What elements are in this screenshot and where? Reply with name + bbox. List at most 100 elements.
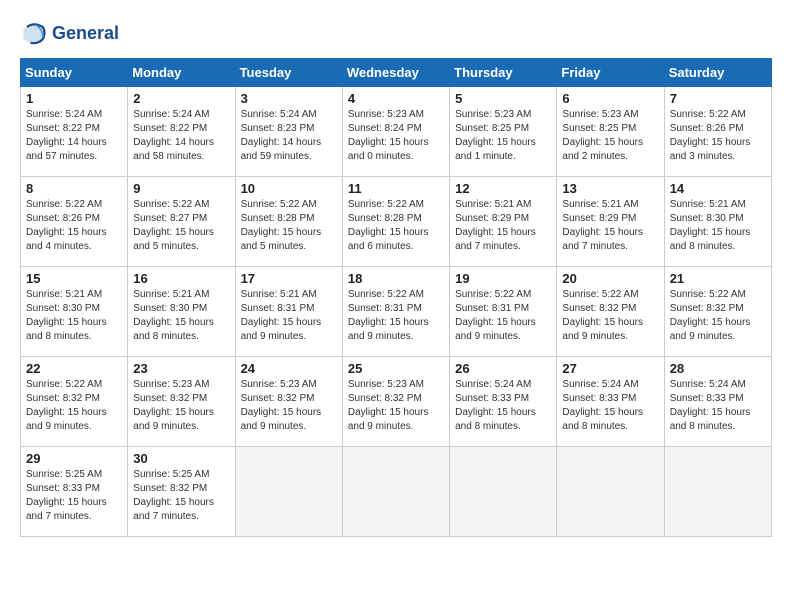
day-number: 7 [670, 91, 766, 106]
day-info: Sunrise: 5:22 AMSunset: 8:32 PMDaylight:… [562, 289, 643, 342]
week-row-4: 29 Sunrise: 5:25 AMSunset: 8:33 PMDaylig… [21, 447, 772, 537]
day-number: 5 [455, 91, 551, 106]
day-info: Sunrise: 5:24 AMSunset: 8:33 PMDaylight:… [562, 379, 643, 432]
calendar-body: 1 Sunrise: 5:24 AMSunset: 8:22 PMDayligh… [21, 87, 772, 537]
calendar-cell [664, 447, 771, 537]
calendar-cell: 27 Sunrise: 5:24 AMSunset: 8:33 PMDaylig… [557, 357, 664, 447]
calendar-cell: 13 Sunrise: 5:21 AMSunset: 8:29 PMDaylig… [557, 177, 664, 267]
calendar-cell: 12 Sunrise: 5:21 AMSunset: 8:29 PMDaylig… [450, 177, 557, 267]
day-info: Sunrise: 5:22 AMSunset: 8:26 PMDaylight:… [26, 199, 107, 252]
day-number: 25 [348, 361, 444, 376]
day-info: Sunrise: 5:21 AMSunset: 8:31 PMDaylight:… [241, 289, 322, 342]
day-info: Sunrise: 5:23 AMSunset: 8:24 PMDaylight:… [348, 109, 429, 162]
day-number: 26 [455, 361, 551, 376]
day-info: Sunrise: 5:21 AMSunset: 8:30 PMDaylight:… [26, 289, 107, 342]
day-number: 11 [348, 181, 444, 196]
calendar-cell: 21 Sunrise: 5:22 AMSunset: 8:32 PMDaylig… [664, 267, 771, 357]
calendar-cell: 24 Sunrise: 5:23 AMSunset: 8:32 PMDaylig… [235, 357, 342, 447]
calendar-cell: 7 Sunrise: 5:22 AMSunset: 8:26 PMDayligh… [664, 87, 771, 177]
day-number: 28 [670, 361, 766, 376]
day-info: Sunrise: 5:22 AMSunset: 8:28 PMDaylight:… [348, 199, 429, 252]
day-number: 24 [241, 361, 337, 376]
calendar-cell: 8 Sunrise: 5:22 AMSunset: 8:26 PMDayligh… [21, 177, 128, 267]
day-number: 27 [562, 361, 658, 376]
calendar-cell: 4 Sunrise: 5:23 AMSunset: 8:24 PMDayligh… [342, 87, 449, 177]
calendar-cell: 15 Sunrise: 5:21 AMSunset: 8:30 PMDaylig… [21, 267, 128, 357]
day-info: Sunrise: 5:23 AMSunset: 8:25 PMDaylight:… [455, 109, 536, 162]
week-row-1: 8 Sunrise: 5:22 AMSunset: 8:26 PMDayligh… [21, 177, 772, 267]
week-row-2: 15 Sunrise: 5:21 AMSunset: 8:30 PMDaylig… [21, 267, 772, 357]
day-number: 14 [670, 181, 766, 196]
day-number: 19 [455, 271, 551, 286]
day-number: 12 [455, 181, 551, 196]
calendar-cell [557, 447, 664, 537]
day-info: Sunrise: 5:22 AMSunset: 8:28 PMDaylight:… [241, 199, 322, 252]
header-cell-saturday: Saturday [664, 59, 771, 87]
calendar-cell: 10 Sunrise: 5:22 AMSunset: 8:28 PMDaylig… [235, 177, 342, 267]
calendar-cell: 23 Sunrise: 5:23 AMSunset: 8:32 PMDaylig… [128, 357, 235, 447]
header-cell-monday: Monday [128, 59, 235, 87]
day-info: Sunrise: 5:22 AMSunset: 8:27 PMDaylight:… [133, 199, 214, 252]
calendar-cell [235, 447, 342, 537]
day-info: Sunrise: 5:22 AMSunset: 8:31 PMDaylight:… [348, 289, 429, 342]
day-info: Sunrise: 5:21 AMSunset: 8:30 PMDaylight:… [670, 199, 751, 252]
week-row-3: 22 Sunrise: 5:22 AMSunset: 8:32 PMDaylig… [21, 357, 772, 447]
calendar-table: SundayMondayTuesdayWednesdayThursdayFrid… [20, 58, 772, 537]
day-info: Sunrise: 5:22 AMSunset: 8:31 PMDaylight:… [455, 289, 536, 342]
day-info: Sunrise: 5:24 AMSunset: 8:23 PMDaylight:… [241, 109, 322, 162]
day-number: 8 [26, 181, 122, 196]
calendar-header: SundayMondayTuesdayWednesdayThursdayFrid… [21, 59, 772, 87]
calendar-cell: 5 Sunrise: 5:23 AMSunset: 8:25 PMDayligh… [450, 87, 557, 177]
day-number: 20 [562, 271, 658, 286]
day-number: 22 [26, 361, 122, 376]
calendar-cell: 14 Sunrise: 5:21 AMSunset: 8:30 PMDaylig… [664, 177, 771, 267]
day-info: Sunrise: 5:24 AMSunset: 8:33 PMDaylight:… [455, 379, 536, 432]
day-number: 30 [133, 451, 229, 466]
calendar-cell: 2 Sunrise: 5:24 AMSunset: 8:22 PMDayligh… [128, 87, 235, 177]
day-number: 10 [241, 181, 337, 196]
header-cell-wednesday: Wednesday [342, 59, 449, 87]
calendar-cell: 9 Sunrise: 5:22 AMSunset: 8:27 PMDayligh… [128, 177, 235, 267]
day-number: 4 [348, 91, 444, 106]
day-number: 9 [133, 181, 229, 196]
day-info: Sunrise: 5:23 AMSunset: 8:25 PMDaylight:… [562, 109, 643, 162]
day-number: 2 [133, 91, 229, 106]
day-number: 21 [670, 271, 766, 286]
day-number: 29 [26, 451, 122, 466]
day-number: 15 [26, 271, 122, 286]
header-cell-friday: Friday [557, 59, 664, 87]
calendar-cell: 3 Sunrise: 5:24 AMSunset: 8:23 PMDayligh… [235, 87, 342, 177]
day-number: 1 [26, 91, 122, 106]
calendar-cell: 1 Sunrise: 5:24 AMSunset: 8:22 PMDayligh… [21, 87, 128, 177]
day-info: Sunrise: 5:22 AMSunset: 8:32 PMDaylight:… [26, 379, 107, 432]
calendar-cell: 16 Sunrise: 5:21 AMSunset: 8:30 PMDaylig… [128, 267, 235, 357]
calendar-cell: 26 Sunrise: 5:24 AMSunset: 8:33 PMDaylig… [450, 357, 557, 447]
day-info: Sunrise: 5:24 AMSunset: 8:22 PMDaylight:… [26, 109, 107, 162]
day-number: 17 [241, 271, 337, 286]
day-number: 6 [562, 91, 658, 106]
calendar-cell: 19 Sunrise: 5:22 AMSunset: 8:31 PMDaylig… [450, 267, 557, 357]
day-info: Sunrise: 5:21 AMSunset: 8:29 PMDaylight:… [455, 199, 536, 252]
day-info: Sunrise: 5:23 AMSunset: 8:32 PMDaylight:… [241, 379, 322, 432]
day-info: Sunrise: 5:25 AMSunset: 8:32 PMDaylight:… [133, 469, 214, 522]
calendar-cell: 18 Sunrise: 5:22 AMSunset: 8:31 PMDaylig… [342, 267, 449, 357]
day-info: Sunrise: 5:24 AMSunset: 8:22 PMDaylight:… [133, 109, 214, 162]
calendar-cell [342, 447, 449, 537]
calendar-cell: 25 Sunrise: 5:23 AMSunset: 8:32 PMDaylig… [342, 357, 449, 447]
calendar-cell: 28 Sunrise: 5:24 AMSunset: 8:33 PMDaylig… [664, 357, 771, 447]
day-info: Sunrise: 5:22 AMSunset: 8:26 PMDaylight:… [670, 109, 751, 162]
day-info: Sunrise: 5:24 AMSunset: 8:33 PMDaylight:… [670, 379, 751, 432]
calendar-cell: 17 Sunrise: 5:21 AMSunset: 8:31 PMDaylig… [235, 267, 342, 357]
calendar-cell: 20 Sunrise: 5:22 AMSunset: 8:32 PMDaylig… [557, 267, 664, 357]
header-cell-thursday: Thursday [450, 59, 557, 87]
day-info: Sunrise: 5:25 AMSunset: 8:33 PMDaylight:… [26, 469, 107, 522]
logo-icon [20, 20, 48, 48]
header-cell-sunday: Sunday [21, 59, 128, 87]
day-info: Sunrise: 5:23 AMSunset: 8:32 PMDaylight:… [348, 379, 429, 432]
day-number: 16 [133, 271, 229, 286]
day-number: 3 [241, 91, 337, 106]
day-number: 13 [562, 181, 658, 196]
header-cell-tuesday: Tuesday [235, 59, 342, 87]
day-info: Sunrise: 5:21 AMSunset: 8:29 PMDaylight:… [562, 199, 643, 252]
calendar-cell: 6 Sunrise: 5:23 AMSunset: 8:25 PMDayligh… [557, 87, 664, 177]
